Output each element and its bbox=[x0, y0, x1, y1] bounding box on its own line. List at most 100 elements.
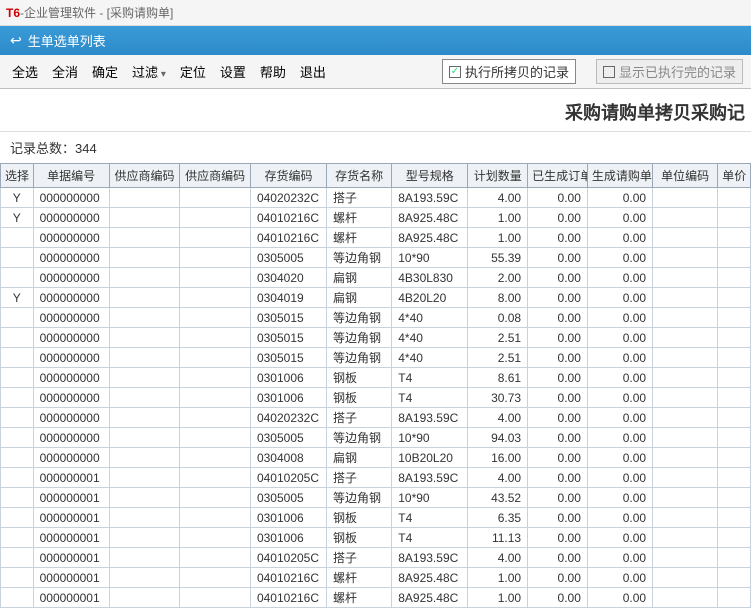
cell-g1[interactable] bbox=[109, 468, 180, 488]
table-row[interactable]: Y00000000004010216C螺杆8A925.48C1.000.000.… bbox=[1, 208, 751, 228]
cell-g1[interactable] bbox=[109, 248, 180, 268]
cell-ch[interactable]: 0301006 bbox=[250, 528, 326, 548]
cell-cm[interactable]: 等边角钢 bbox=[327, 348, 392, 368]
cell-cm[interactable]: 等边角钢 bbox=[327, 308, 392, 328]
column-header[interactable]: 供应商编码 bbox=[109, 164, 180, 188]
cell-dd[interactable]: 0.00 bbox=[528, 528, 588, 548]
cell-g2[interactable] bbox=[180, 528, 251, 548]
cell-ch[interactable]: 0305005 bbox=[250, 488, 326, 508]
cell-g2[interactable] bbox=[180, 248, 251, 268]
cell-qg[interactable]: 0.00 bbox=[587, 368, 652, 388]
cell-dw[interactable] bbox=[653, 228, 718, 248]
cell-g2[interactable] bbox=[180, 208, 251, 228]
select-all-button[interactable]: 全选 bbox=[8, 60, 42, 83]
cell-qg[interactable]: 0.00 bbox=[587, 268, 652, 288]
table-row[interactable]: Y00000000004020232C搭子8A193.59C4.000.000.… bbox=[1, 188, 751, 208]
cell-dw[interactable] bbox=[653, 208, 718, 228]
settings-button[interactable]: 设置 bbox=[216, 60, 250, 83]
cell-xh[interactable]: 4*40 bbox=[392, 328, 468, 348]
cell-dw[interactable] bbox=[653, 388, 718, 408]
column-header[interactable]: 供应商编码 bbox=[180, 164, 251, 188]
cell-cm[interactable]: 等边角钢 bbox=[327, 428, 392, 448]
cell-jh[interactable]: 4.00 bbox=[468, 468, 528, 488]
cell-dw[interactable] bbox=[653, 488, 718, 508]
cell-ch[interactable]: 0301006 bbox=[250, 508, 326, 528]
cell-ch[interactable]: 04010216C bbox=[250, 568, 326, 588]
cell-sel[interactable]: Y bbox=[1, 188, 34, 208]
cell-qg[interactable]: 0.00 bbox=[587, 228, 652, 248]
column-header[interactable]: 单位编码 bbox=[653, 164, 718, 188]
cell-dj[interactable]: 000000000 bbox=[33, 308, 109, 328]
cell-jh[interactable]: 11.13 bbox=[468, 528, 528, 548]
cell-sel[interactable] bbox=[1, 308, 34, 328]
cell-cm[interactable]: 搭子 bbox=[327, 548, 392, 568]
cell-dj[interactable]: 000000000 bbox=[33, 368, 109, 388]
table-row[interactable]: 0000000000304020扁钢4B30L8302.000.000.00 bbox=[1, 268, 751, 288]
cell-cm[interactable]: 扁钢 bbox=[327, 448, 392, 468]
cell-xh[interactable]: 4B20L20 bbox=[392, 288, 468, 308]
cell-g2[interactable] bbox=[180, 508, 251, 528]
cell-dw[interactable] bbox=[653, 548, 718, 568]
table-row[interactable]: 0000000000305005等边角钢10*9094.030.000.00 bbox=[1, 428, 751, 448]
cell-g1[interactable] bbox=[109, 408, 180, 428]
cell-sel[interactable] bbox=[1, 488, 34, 508]
cell-qg[interactable]: 0.00 bbox=[587, 308, 652, 328]
cell-dw[interactable] bbox=[653, 508, 718, 528]
cell-dd[interactable]: 0.00 bbox=[528, 288, 588, 308]
cell-sel[interactable] bbox=[1, 408, 34, 428]
column-header[interactable]: 选择 bbox=[1, 164, 34, 188]
cell-qg[interactable]: 0.00 bbox=[587, 188, 652, 208]
cell-jh[interactable]: 55.39 bbox=[468, 248, 528, 268]
cell-xh[interactable]: T4 bbox=[392, 528, 468, 548]
cell-dw[interactable] bbox=[653, 308, 718, 328]
cell-dj[interactable]: 000000000 bbox=[33, 428, 109, 448]
cell-tail[interactable] bbox=[718, 308, 751, 328]
cell-dd[interactable]: 0.00 bbox=[528, 428, 588, 448]
cell-cm[interactable]: 等边角钢 bbox=[327, 488, 392, 508]
cell-sel[interactable] bbox=[1, 428, 34, 448]
cell-ch[interactable]: 04010205C bbox=[250, 468, 326, 488]
cell-tail[interactable] bbox=[718, 288, 751, 308]
cell-tail[interactable] bbox=[718, 408, 751, 428]
cell-tail[interactable] bbox=[718, 528, 751, 548]
locate-button[interactable]: 定位 bbox=[176, 60, 210, 83]
table-row[interactable]: 0000000000304008扁钢10B20L2016.000.000.00 bbox=[1, 448, 751, 468]
cell-dd[interactable]: 0.00 bbox=[528, 568, 588, 588]
cell-jh[interactable]: 1.00 bbox=[468, 228, 528, 248]
cell-xh[interactable]: T4 bbox=[392, 388, 468, 408]
filter-dropdown[interactable]: 过滤 bbox=[128, 60, 170, 83]
cell-jh[interactable]: 1.00 bbox=[468, 208, 528, 228]
cell-g1[interactable] bbox=[109, 508, 180, 528]
cell-tail[interactable] bbox=[718, 428, 751, 448]
cell-cm[interactable]: 螺杆 bbox=[327, 568, 392, 588]
cell-g1[interactable] bbox=[109, 428, 180, 448]
cell-xh[interactable]: 8A925.48C bbox=[392, 228, 468, 248]
cell-dw[interactable] bbox=[653, 588, 718, 608]
cell-tail[interactable] bbox=[718, 568, 751, 588]
cell-qg[interactable]: 0.00 bbox=[587, 508, 652, 528]
exit-button[interactable]: 退出 bbox=[296, 60, 330, 83]
cell-tail[interactable] bbox=[718, 248, 751, 268]
cell-ch[interactable]: 0304008 bbox=[250, 448, 326, 468]
cell-ch[interactable]: 04010216C bbox=[250, 588, 326, 608]
table-row[interactable]: 00000000104010205C搭子8A193.59C4.000.000.0… bbox=[1, 548, 751, 568]
cell-xh[interactable]: 8A193.59C bbox=[392, 468, 468, 488]
cell-tail[interactable] bbox=[718, 488, 751, 508]
cell-jh[interactable]: 8.00 bbox=[468, 288, 528, 308]
cell-sel[interactable] bbox=[1, 588, 34, 608]
cell-g1[interactable] bbox=[109, 268, 180, 288]
cell-qg[interactable]: 0.00 bbox=[587, 568, 652, 588]
cell-jh[interactable]: 0.08 bbox=[468, 308, 528, 328]
table-row[interactable]: 0000000000305005等边角钢10*9055.390.000.00 bbox=[1, 248, 751, 268]
cell-sel[interactable] bbox=[1, 228, 34, 248]
exec-copy-checkbox[interactable]: ✓ 执行所拷贝的记录 bbox=[442, 59, 576, 84]
cell-ch[interactable]: 0305015 bbox=[250, 308, 326, 328]
cell-jh[interactable]: 94.03 bbox=[468, 428, 528, 448]
cell-dd[interactable]: 0.00 bbox=[528, 368, 588, 388]
cell-g2[interactable] bbox=[180, 228, 251, 248]
cell-dd[interactable]: 0.00 bbox=[528, 208, 588, 228]
cell-ch[interactable]: 04020232C bbox=[250, 408, 326, 428]
cell-ch[interactable]: 0304019 bbox=[250, 288, 326, 308]
cell-sel[interactable] bbox=[1, 268, 34, 288]
cell-g1[interactable] bbox=[109, 368, 180, 388]
